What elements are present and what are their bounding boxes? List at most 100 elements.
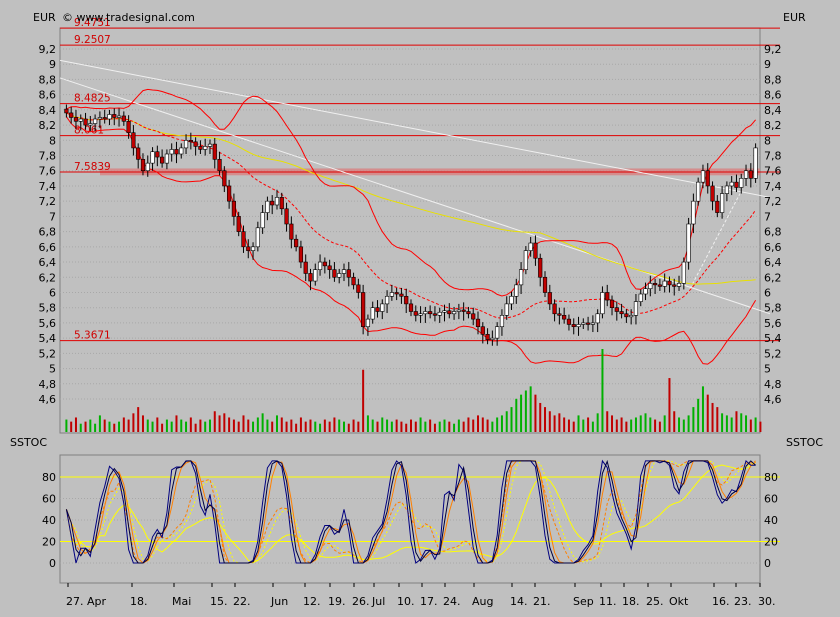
volume-bar	[548, 411, 551, 432]
oscillator-title-left: SSTOC	[10, 436, 47, 449]
volume-bar	[520, 394, 523, 432]
price-tick-label-right: 9,2	[764, 43, 782, 56]
candle-body	[332, 269, 337, 278]
price-tick-label-right: 7,2	[764, 195, 782, 208]
candle-body	[542, 276, 548, 293]
volume-bar	[261, 413, 264, 432]
volume-bar	[491, 421, 494, 432]
price-tick-label-right: 8	[764, 134, 771, 147]
price-tick-label-right: 8,6	[764, 89, 782, 102]
price-tick-label-left: 8	[49, 134, 56, 147]
volume-bar	[673, 411, 676, 432]
volume-bar	[663, 415, 666, 432]
candle-body	[638, 293, 643, 302]
volume-bar	[256, 417, 259, 432]
volume-bar	[687, 415, 690, 432]
price-tick-label-right: 4,6	[764, 393, 782, 406]
candle-body	[93, 118, 98, 124]
volume-bar	[108, 421, 111, 432]
volume-bar	[376, 421, 379, 432]
volume-bar	[362, 369, 365, 432]
x-tick-label: Jul	[371, 595, 385, 608]
candle-body	[361, 292, 366, 328]
candle-body	[384, 295, 390, 305]
candle-body	[116, 115, 122, 118]
osc-tick-label-right: 80	[764, 471, 778, 484]
candle-body	[652, 283, 658, 286]
price-tick-label-left: 6	[49, 286, 56, 299]
candle-body	[504, 303, 509, 316]
currency-label-left: EUR	[33, 11, 56, 24]
candle-body	[260, 212, 265, 229]
candle-body	[739, 178, 744, 188]
osc-tick-label-left: 0	[49, 557, 56, 570]
volume-bar	[615, 419, 618, 432]
x-tick-label: Sep	[573, 595, 594, 608]
price-tick-label-right: 6,4	[764, 256, 782, 269]
volume-bar	[328, 421, 331, 432]
volume-bar	[524, 390, 527, 432]
candle-body	[112, 114, 117, 118]
candle-body	[576, 324, 581, 328]
candle-body	[557, 313, 562, 316]
candle-body	[514, 284, 519, 297]
x-tick-label: 30.	[758, 595, 776, 608]
candle-body	[356, 284, 361, 293]
volume-bar	[697, 398, 700, 432]
candle-body	[485, 334, 490, 340]
candle-body	[710, 185, 715, 202]
price-tick-label-left: 7,4	[39, 180, 57, 193]
x-tick-label: 10.	[397, 595, 415, 608]
candle-body	[217, 159, 222, 172]
volume-bar	[285, 421, 288, 432]
osc-tick-label-left: 20	[42, 536, 56, 549]
osc-tick-label-right: 20	[764, 536, 778, 549]
volume-bar	[539, 402, 542, 432]
price-tick-label-left: 6,2	[39, 271, 57, 284]
candle-body	[327, 265, 332, 270]
candle-body	[380, 303, 385, 312]
osc-tick-label-right: 0	[764, 557, 771, 570]
candle-body	[734, 181, 739, 188]
candle-body	[174, 149, 179, 155]
candle-body	[681, 261, 686, 284]
candle-body	[475, 318, 481, 328]
candle-body	[724, 185, 729, 194]
volume-bar	[98, 415, 101, 432]
volume-bar	[500, 415, 503, 432]
volume-bar	[70, 421, 73, 432]
volume-bar	[620, 417, 623, 432]
candle-body	[447, 310, 452, 315]
price-tick-label-left: 5,8	[39, 302, 57, 315]
price-tick-label-left: 5,4	[39, 332, 57, 345]
volume-bar	[228, 417, 231, 432]
candle-body	[231, 200, 237, 217]
candle-body	[88, 123, 93, 126]
volume-bar	[400, 421, 403, 432]
volume-bar	[725, 415, 728, 432]
price-tick-label-left: 5	[49, 363, 56, 376]
candle-body	[686, 223, 691, 263]
volume-bar	[280, 417, 283, 432]
price-tick-label-right: 7	[764, 210, 771, 223]
volume-bar	[304, 421, 307, 432]
volume-bar	[204, 421, 207, 432]
price-tick-label-left: 6,6	[39, 241, 57, 254]
price-tick-label-left: 5,2	[39, 347, 57, 360]
volume-bar	[701, 386, 704, 432]
volume-bar	[716, 407, 719, 432]
volume-bar	[237, 421, 240, 432]
price-tick-label-left: 9	[49, 58, 56, 71]
price-tick-label-right: 6,2	[764, 271, 782, 284]
candle-body	[169, 149, 174, 155]
volume-bar	[405, 423, 408, 432]
candle-body	[743, 170, 749, 179]
volume-bar	[591, 421, 594, 432]
price-tick-label-left: 7	[49, 210, 56, 223]
candle-body	[102, 117, 107, 120]
candle-body	[437, 311, 442, 316]
volume-bar	[639, 415, 642, 432]
candle-body	[394, 292, 399, 295]
volume-bar	[481, 417, 484, 432]
volume-bar	[658, 421, 661, 432]
